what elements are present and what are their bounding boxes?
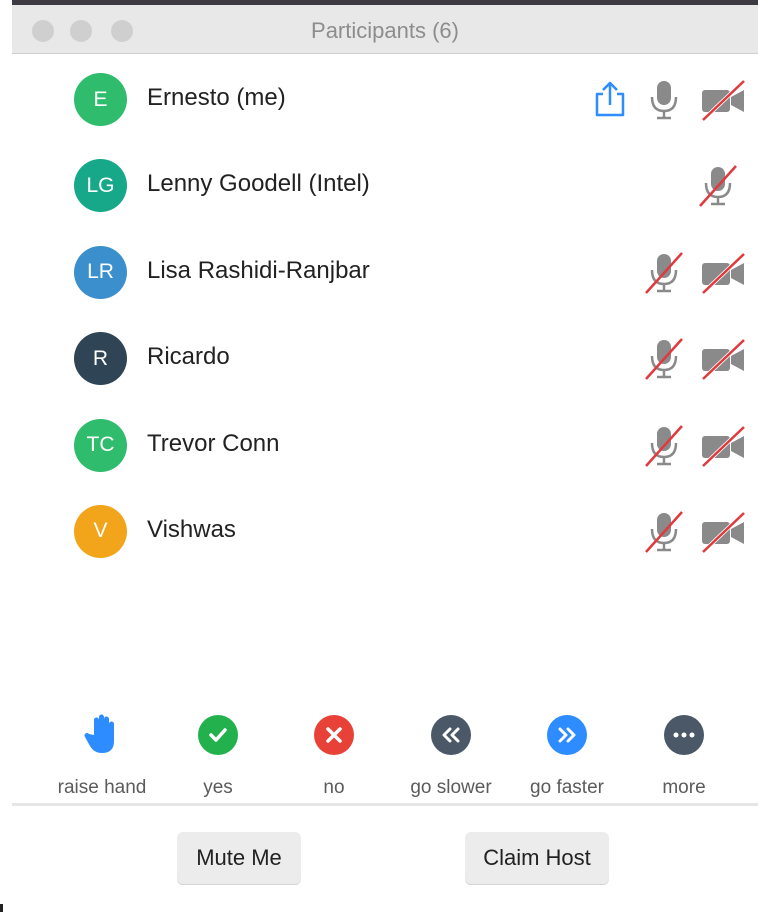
- participant-row[interactable]: LR Lisa Rashidi-Ranjbar: [0, 228, 758, 314]
- reaction-label: go faster: [530, 777, 604, 798]
- participant-row[interactable]: R Ricardo: [0, 314, 758, 400]
- avatar: LR: [74, 245, 127, 299]
- video-off-icon[interactable]: [700, 424, 746, 473]
- raise-hand-reaction-button[interactable]: raise hand: [42, 712, 162, 799]
- microphone-icon[interactable]: [642, 77, 686, 128]
- go-slower-reaction-button[interactable]: go slower: [391, 712, 511, 799]
- avatar: E: [74, 73, 127, 126]
- rewind-icon: [431, 715, 471, 755]
- microphone-muted-icon[interactable]: [642, 423, 686, 474]
- reaction-label: yes: [203, 777, 233, 798]
- microphone-muted-icon[interactable]: [642, 509, 686, 560]
- participant-row[interactable]: TC Trevor Conn: [0, 401, 758, 487]
- mute-me-button[interactable]: Mute Me: [177, 832, 301, 884]
- more-reaction-button[interactable]: more: [624, 712, 744, 799]
- avatar: LG: [74, 159, 127, 213]
- go-faster-reaction-button[interactable]: go faster: [507, 712, 627, 799]
- reaction-bar: raise hand yes no go slower go faster more: [0, 712, 758, 802]
- participant-name: Trevor Conn: [147, 429, 280, 457]
- participant-name: Ernesto (me): [147, 84, 286, 111]
- claim-host-button[interactable]: Claim Host: [465, 832, 609, 884]
- window-corner: [0, 904, 3, 912]
- title-bar: Participants (6): [12, 5, 758, 54]
- window-title: Participants (6): [311, 18, 459, 43]
- no-reaction-button[interactable]: no: [274, 712, 394, 799]
- more-dots-icon: [664, 715, 704, 755]
- avatar: TC: [74, 418, 127, 472]
- reaction-label: more: [662, 777, 706, 798]
- avatar: V: [74, 504, 127, 558]
- participant-name: Lenny Goodell (Intel): [147, 170, 370, 198]
- raise-hand-icon: [82, 714, 122, 755]
- participant-name: Ricardo: [147, 343, 230, 371]
- participant-name: Lisa Rashidi-Ranjbar: [147, 256, 370, 284]
- reaction-label: no: [323, 777, 345, 798]
- video-off-icon[interactable]: [700, 78, 746, 127]
- microphone-muted-icon[interactable]: [696, 163, 740, 214]
- video-off-icon[interactable]: [700, 251, 746, 300]
- reaction-label: go slower: [410, 777, 492, 798]
- video-off-icon[interactable]: [700, 337, 746, 386]
- avatar: R: [74, 332, 127, 386]
- participant-row[interactable]: E Ernesto (me): [0, 55, 758, 141]
- microphone-muted-icon[interactable]: [642, 250, 686, 301]
- participant-name: Vishwas: [147, 515, 236, 543]
- x-icon: [314, 715, 354, 755]
- yes-reaction-button[interactable]: yes: [158, 712, 278, 799]
- reaction-label: raise hand: [57, 777, 147, 798]
- share-screen-icon[interactable]: [592, 79, 628, 124]
- participant-row[interactable]: LG Lenny Goodell (Intel): [0, 141, 758, 227]
- participant-row[interactable]: V Vishwas: [0, 487, 758, 573]
- participant-list: E Ernesto (me) LG Lenny Goodell (Intel) LR Li…: [0, 55, 758, 573]
- fast-forward-icon: [547, 715, 587, 755]
- checkmark-icon: [198, 715, 238, 755]
- divider: [12, 803, 758, 806]
- video-off-icon[interactable]: [700, 510, 746, 559]
- microphone-muted-icon[interactable]: [642, 336, 686, 387]
